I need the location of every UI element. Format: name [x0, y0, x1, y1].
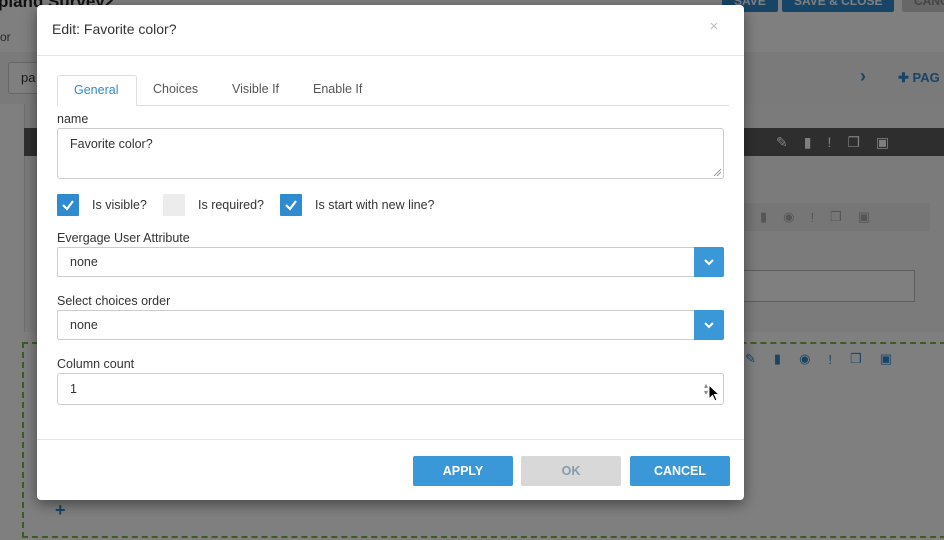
dialog-header: Edit: Favorite color? × [37, 5, 744, 56]
dialog-footer-divider [37, 439, 744, 440]
apply-button[interactable]: APPLY [413, 456, 513, 486]
choices-order-label: Select choices order [57, 294, 171, 308]
dialog-title: Edit: Favorite color? [52, 21, 177, 37]
ok-button[interactable]: OK [521, 456, 621, 486]
start-new-line-checkbox[interactable] [280, 194, 302, 216]
name-textarea[interactable]: Favorite color? [57, 128, 724, 179]
edit-question-dialog: Edit: Favorite color? × General Choices … [37, 5, 744, 500]
start-new-line-label: Is start with new line? [315, 198, 435, 212]
tab-visible-if[interactable]: Visible If [216, 75, 295, 105]
column-count-input[interactable]: 1 ▴ ▾ [57, 373, 724, 405]
is-required-label: Is required? [198, 198, 265, 212]
is-visible-label: Is visible? [92, 198, 147, 212]
name-label: name [57, 112, 89, 126]
resize-handle-icon[interactable] [713, 168, 721, 176]
tab-enable-if[interactable]: Enable If [297, 75, 378, 105]
chevron-down-icon[interactable] [694, 310, 724, 340]
is-visible-checkbox[interactable] [57, 194, 79, 216]
user-attribute-select[interactable]: none [57, 247, 724, 277]
dialog-tabs: General Choices Visible If Enable If [57, 75, 729, 106]
close-icon[interactable]: × [706, 19, 722, 35]
user-attribute-value: none [70, 255, 98, 269]
mouse-cursor-icon [708, 384, 720, 402]
name-value: Favorite color? [70, 137, 153, 151]
choices-order-select[interactable]: none [57, 310, 724, 340]
checkmark-icon [62, 200, 74, 211]
chevron-down-icon[interactable] [694, 247, 724, 277]
tab-choices[interactable]: Choices [137, 75, 214, 105]
column-count-value: 1 [70, 382, 77, 396]
column-count-label: Column count [57, 357, 135, 371]
user-attribute-label: Evergage User Attribute [57, 231, 190, 245]
tab-general[interactable]: General [57, 75, 137, 106]
cancel-button[interactable]: CANCEL [630, 456, 730, 486]
is-required-checkbox[interactable] [163, 194, 185, 216]
checkmark-icon [285, 200, 297, 211]
choices-order-value: none [70, 318, 98, 332]
